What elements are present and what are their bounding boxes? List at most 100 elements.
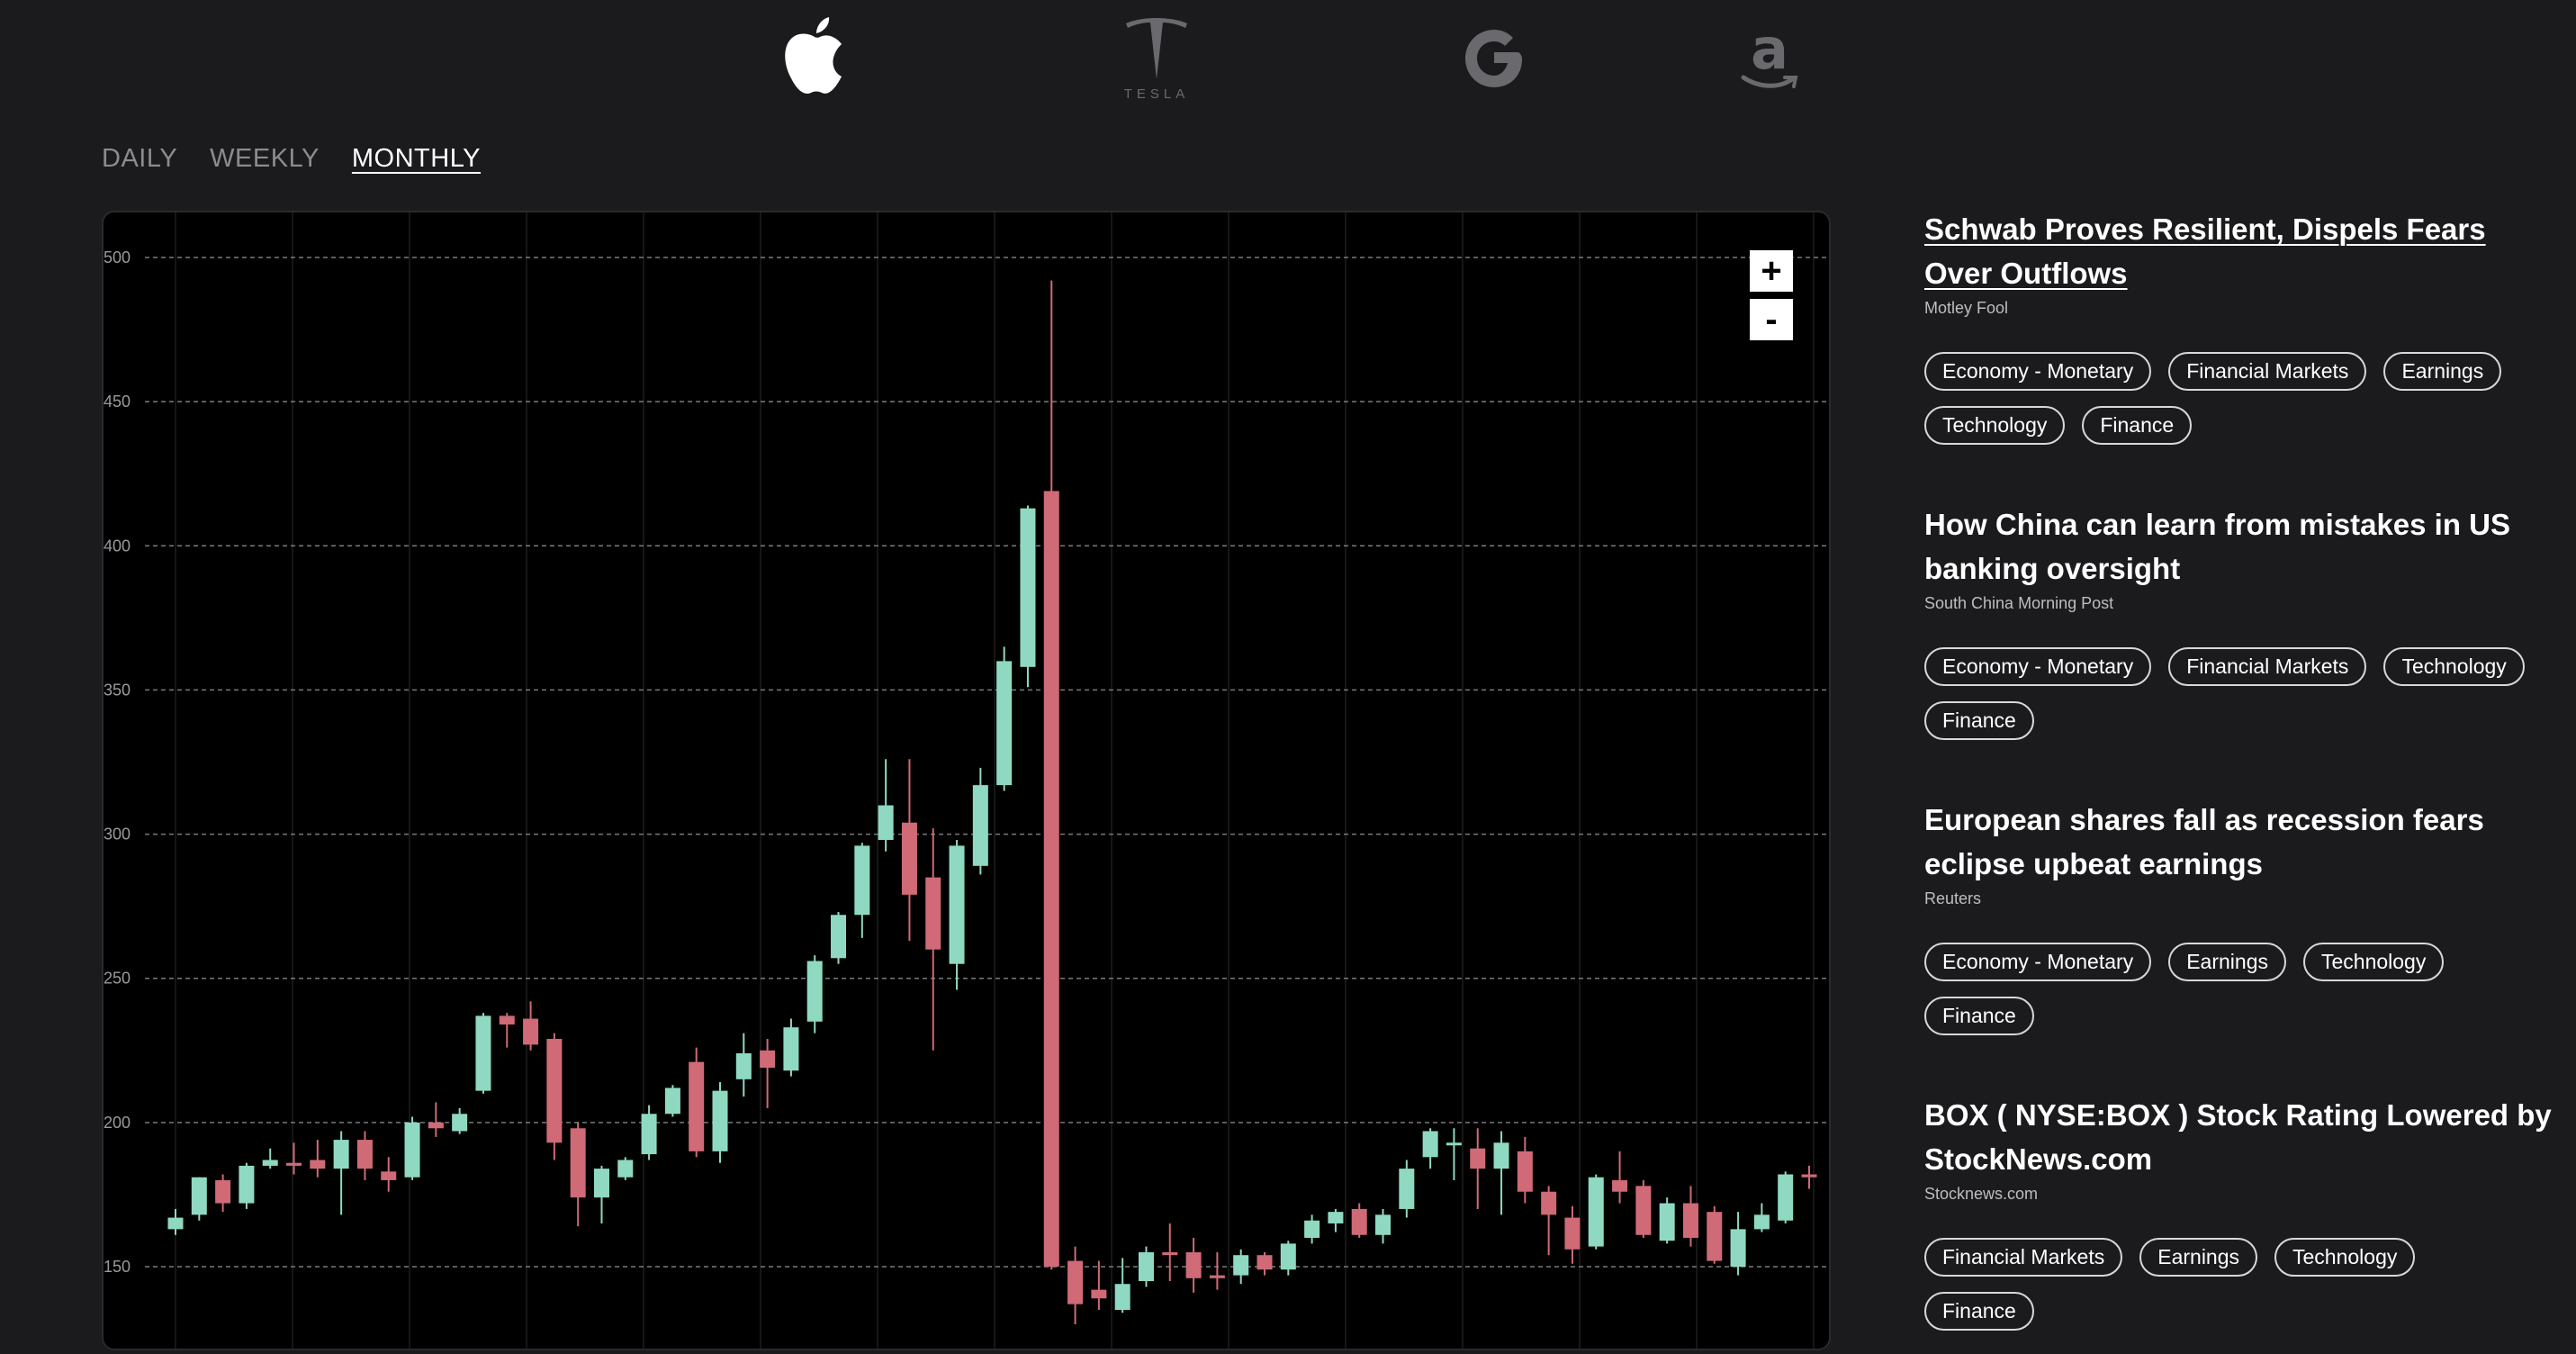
candle-body <box>1682 1203 1698 1238</box>
candle-body <box>1801 1174 1817 1178</box>
candle-body <box>1753 1214 1770 1230</box>
candle-body <box>428 1122 444 1129</box>
article-source: Reuters <box>1924 889 1982 907</box>
tag-pill[interactable]: Earnings <box>2168 943 2286 981</box>
tag-pill[interactable]: Finance <box>2082 406 2193 445</box>
y-tick-label: 350 <box>104 681 131 699</box>
article-headline[interactable]: How China can learn from mistakes in US … <box>1924 502 2554 591</box>
article-source: South China Morning Post <box>1924 594 2114 612</box>
tag-pill[interactable]: Earnings <box>2139 1238 2258 1277</box>
tag-list: Economy - Monetary Financial Markets Tec… <box>1924 647 2536 740</box>
candle-body <box>523 1018 539 1045</box>
article-headline[interactable]: European shares fall as recession fears … <box>1924 798 2554 886</box>
candle-body <box>617 1160 634 1178</box>
tag-list: Economy - Monetary Earnings Technology F… <box>1924 943 2536 1035</box>
candle-body <box>1446 1142 1462 1146</box>
candle-body <box>1162 1251 1178 1256</box>
news-article: Schwab Proves Resilient, Dispels Fears O… <box>1924 207 2554 445</box>
y-tick-label: 250 <box>104 970 131 988</box>
candle-body <box>1091 1289 1107 1299</box>
tag-pill[interactable]: Finance <box>1924 1292 2034 1331</box>
candle-body <box>901 822 917 895</box>
tag-pill[interactable]: Finance <box>1924 701 2034 740</box>
tesla-wordmark: TESLA <box>1123 86 1190 102</box>
y-tick-label: 300 <box>104 826 131 844</box>
article-source: Motley Fool <box>1924 299 2009 317</box>
tag-pill[interactable]: Finance <box>1924 997 2034 1035</box>
candle-body <box>831 915 847 959</box>
candle-body <box>1067 1260 1084 1304</box>
candle-body <box>1517 1151 1533 1192</box>
candle-body <box>1304 1220 1320 1238</box>
tag-list: Economy - Monetary Financial Markets Ear… <box>1924 352 2536 445</box>
candle-body <box>641 1114 657 1155</box>
zoom-out-button[interactable]: - <box>1750 299 1793 340</box>
article-headline[interactable]: BOX ( NYSE:BOX ) Stock Rating Lowered by… <box>1924 1093 2554 1181</box>
tab-daily[interactable]: DAILY <box>102 144 177 174</box>
google-logo[interactable] <box>1456 9 1532 108</box>
candle-body <box>1138 1251 1154 1282</box>
candle-body <box>1399 1169 1415 1209</box>
timeframe-tabs: DAILY WEEKLY MONTHLY <box>102 144 481 174</box>
y-tick-label: 500 <box>104 248 131 266</box>
candle-body <box>1280 1243 1296 1270</box>
chart-canvas: 150 200 250 300 350 400 450 500 <box>104 212 1829 1349</box>
candle-body <box>1707 1212 1723 1261</box>
candle-body <box>1470 1148 1486 1169</box>
candle-body <box>570 1128 586 1198</box>
candle-body <box>806 961 823 1022</box>
candle-body <box>1043 491 1059 1267</box>
candle-body <box>996 661 1013 786</box>
news-article: European shares fall as recession fears … <box>1924 798 2554 1035</box>
tag-pill[interactable]: Technology <box>2274 1238 2416 1277</box>
y-tick-label: 450 <box>104 393 131 411</box>
candle-body <box>475 1016 491 1091</box>
candle-body <box>404 1122 420 1178</box>
zoom-in-button[interactable]: + <box>1750 250 1793 292</box>
candle-body <box>1256 1255 1273 1270</box>
news-article: BOX ( NYSE:BOX ) Stock Rating Lowered by… <box>1924 1093 2554 1331</box>
candle-body <box>546 1038 563 1143</box>
tag-pill[interactable]: Financial Markets <box>2168 647 2367 686</box>
candle-body <box>191 1177 207 1215</box>
amazon-logo[interactable]: a <box>1734 9 1806 108</box>
tag-pill[interactable]: Economy - Monetary <box>1924 352 2152 391</box>
tag-pill[interactable]: Technology <box>2302 943 2445 981</box>
tag-pill[interactable]: Financial Markets <box>1924 1238 2123 1277</box>
candle-body <box>783 1027 799 1071</box>
candle-body <box>1233 1255 1249 1276</box>
candlestick-chart[interactable]: 150 200 250 300 350 400 450 500 + - <box>102 211 1831 1350</box>
candle-body <box>1020 508 1036 667</box>
candle-body <box>664 1088 680 1115</box>
y-tick-label: 150 <box>104 1258 131 1276</box>
tesla-logo[interactable]: TESLA <box>1107 9 1206 108</box>
candle-body <box>593 1169 609 1198</box>
candle-body <box>972 785 988 866</box>
candle-body <box>1185 1251 1202 1278</box>
candle-body <box>760 1050 776 1069</box>
candle-body <box>878 805 894 840</box>
apple-logo[interactable] <box>774 9 855 108</box>
candle-body <box>356 1140 373 1169</box>
tag-pill[interactable]: Economy - Monetary <box>1924 647 2152 686</box>
article-headline[interactable]: Schwab Proves Resilient, Dispels Fears O… <box>1924 207 2554 295</box>
amazon-a-glyph: a <box>1751 16 1788 82</box>
tab-weekly[interactable]: WEEKLY <box>210 144 320 174</box>
candle-body <box>1351 1208 1367 1235</box>
tag-pill[interactable]: Economy - Monetary <box>1924 943 2152 981</box>
tag-pill[interactable]: Earnings <box>2383 352 2502 391</box>
candle-body <box>215 1179 231 1204</box>
candle-body <box>1209 1275 1225 1278</box>
tag-pill[interactable]: Technology <box>2383 647 2525 686</box>
candle-body <box>1730 1229 1746 1267</box>
candle-body <box>310 1160 326 1169</box>
tab-monthly[interactable]: MONTHLY <box>352 144 481 174</box>
tag-list: Financial Markets Earnings Technology Fi… <box>1924 1238 2536 1331</box>
candle-body <box>499 1016 515 1025</box>
candle-body <box>1114 1284 1130 1311</box>
candle-body <box>1564 1217 1581 1250</box>
tag-pill[interactable]: Technology <box>1924 406 2066 445</box>
tag-pill[interactable]: Financial Markets <box>2168 352 2367 391</box>
candle-body <box>689 1061 705 1151</box>
article-source: Stocknews.com <box>1924 1185 2039 1203</box>
